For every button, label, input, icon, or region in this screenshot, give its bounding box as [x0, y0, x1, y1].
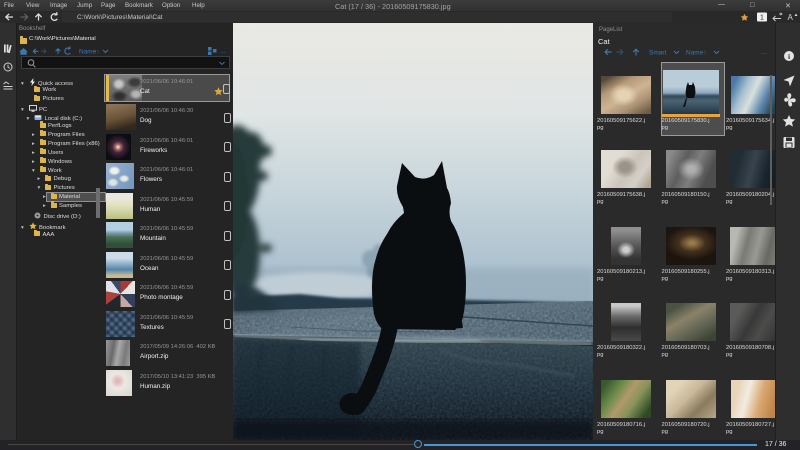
svg-text:Name↑: Name↑: [79, 48, 100, 55]
svg-text:...: ...: [761, 49, 767, 56]
svg-text:Name↑: Name↑: [686, 49, 707, 56]
svg-text:1: 1: [760, 15, 764, 22]
svg-text:i: i: [788, 52, 790, 61]
svg-text:A: A: [788, 13, 794, 22]
svg-text:...: ...: [220, 48, 226, 55]
svg-text:Smart: Smart: [649, 49, 667, 56]
